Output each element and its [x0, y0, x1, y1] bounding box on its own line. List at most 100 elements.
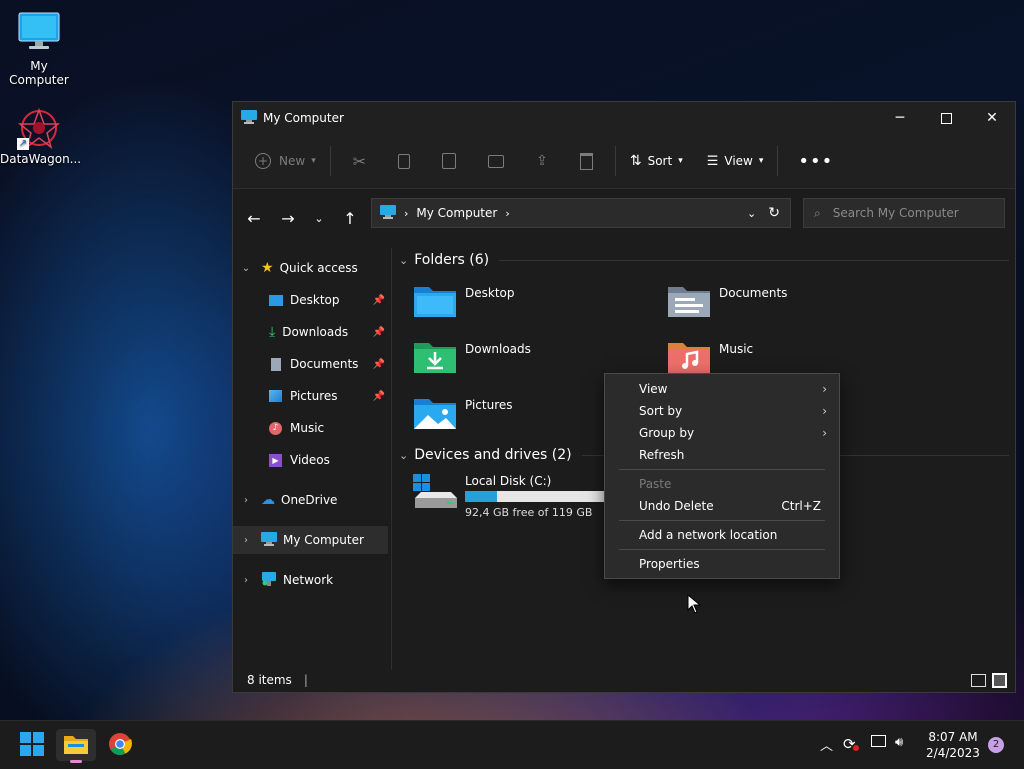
- hard-drive-icon: [413, 474, 457, 515]
- download-icon: ⤓: [269, 324, 276, 340]
- maximize-button[interactable]: [923, 102, 969, 134]
- menu-item-sort-by[interactable]: Sort by ›: [605, 400, 839, 422]
- arrow-left-icon: ←: [247, 208, 261, 228]
- sidebar-item-network[interactable]: › Network: [239, 566, 394, 594]
- chevron-right-icon: ›: [244, 494, 248, 506]
- network-status-icon[interactable]: [871, 735, 886, 751]
- documents-folder-icon: [667, 282, 711, 321]
- chevron-right-icon: ›: [822, 382, 827, 396]
- drive-usage-fill: [465, 491, 497, 502]
- menu-item-view[interactable]: View ›: [605, 378, 839, 400]
- recent-locations-button[interactable]: ⌄: [305, 212, 333, 225]
- sidebar-item-pictures[interactable]: Pictures 📌: [269, 382, 389, 410]
- chevron-down-icon: ⌄: [314, 211, 324, 225]
- sidebar-item-desktop[interactable]: Desktop 📌: [269, 286, 389, 314]
- taskbar-file-explorer[interactable]: [56, 729, 96, 763]
- menu-item-refresh[interactable]: Refresh: [605, 444, 839, 466]
- notification-badge[interactable]: 2: [988, 737, 1004, 753]
- shortcut-arrow-icon: ↗: [17, 138, 29, 150]
- status-bar: 8 items |: [233, 668, 1015, 692]
- show-hidden-icons-button[interactable]: ︿: [820, 735, 833, 754]
- desktop-icon-datawagon[interactable]: ↗ DataWagon...: [0, 106, 81, 166]
- clock-date: 2/4/2023: [926, 746, 980, 760]
- more-options-button[interactable]: •••: [784, 144, 847, 178]
- star-icon: ★: [261, 260, 274, 276]
- paste-button[interactable]: [426, 144, 472, 178]
- datawagon-shortcut-icon: ↗: [17, 106, 61, 150]
- folder-documents[interactable]: Documents: [667, 282, 887, 326]
- chevron-right-icon: ›: [822, 426, 827, 440]
- monitor-icon: [0, 10, 78, 57]
- music-icon: ♪: [269, 421, 282, 435]
- address-dropdown-button[interactable]: ⌄: [747, 207, 756, 220]
- volume-icon[interactable]: 🔊︎: [895, 735, 903, 750]
- cloud-icon: ☁: [261, 492, 275, 508]
- chrome-icon: [108, 732, 132, 759]
- title-bar[interactable]: My Computer ─ ✕: [233, 102, 1015, 134]
- sidebar-item-onedrive[interactable]: › ☁ OneDrive: [239, 486, 394, 514]
- sidebar-item-music[interactable]: ♪ Music: [269, 414, 389, 442]
- rename-icon: [488, 154, 505, 168]
- sync-status-icon[interactable]: ⟳: [843, 735, 859, 753]
- close-button[interactable]: ✕: [969, 102, 1015, 134]
- folder-pictures[interactable]: Pictures: [413, 394, 633, 438]
- drive-name: Local Disk (C:): [465, 474, 552, 488]
- back-button[interactable]: ←: [237, 209, 271, 228]
- view-button[interactable]: ☰ View ▾: [699, 144, 772, 178]
- breadcrumb-my-computer[interactable]: My Computer: [416, 206, 497, 220]
- search-box[interactable]: ⌕ Search My Computer: [803, 198, 1005, 228]
- windows-logo-icon: [20, 731, 44, 759]
- clock-time: 8:07 AM: [928, 730, 978, 744]
- new-button[interactable]: + New ▾: [247, 144, 324, 178]
- navigation-pane: ⌄ ★ Quick access Desktop 📌 ⤓ Downloads 📌…: [233, 248, 392, 670]
- pin-icon: 📌: [372, 390, 385, 402]
- taskbar-chrome[interactable]: [100, 729, 140, 761]
- up-button[interactable]: ↑: [333, 209, 367, 228]
- desktop-icon-label: My Computer: [9, 59, 69, 87]
- sidebar-item-downloads[interactable]: ⤓ Downloads 📌: [269, 318, 389, 346]
- folder-downloads[interactable]: Downloads: [413, 338, 633, 382]
- sort-arrows-icon: ⇅: [629, 153, 642, 169]
- menu-item-add-network-location[interactable]: Add a network location: [605, 524, 839, 546]
- document-icon: [271, 357, 281, 371]
- menu-item-undo-delete[interactable]: Undo Delete Ctrl+Z: [605, 495, 839, 517]
- details-view-button[interactable]: [971, 673, 986, 687]
- delete-button[interactable]: [564, 144, 609, 178]
- sidebar-item-videos[interactable]: ▶ Videos: [269, 446, 389, 474]
- desktop-folder-icon: [413, 282, 457, 321]
- forward-button[interactable]: →: [271, 209, 305, 228]
- pin-icon: 📌: [372, 294, 385, 306]
- search-input[interactable]: Search My Computer: [833, 206, 959, 220]
- context-menu: View › Sort by › Group by › Refresh Paste U…: [604, 373, 840, 579]
- downloads-folder-icon: [413, 338, 457, 377]
- menu-item-properties[interactable]: Properties: [605, 553, 839, 575]
- sidebar-item-documents[interactable]: Documents 📌: [269, 350, 389, 378]
- minimize-button[interactable]: ─: [877, 102, 923, 134]
- folder-desktop[interactable]: Desktop: [413, 282, 633, 326]
- chevron-down-icon: ▾: [758, 156, 764, 166]
- menu-item-group-by[interactable]: Group by ›: [605, 422, 839, 444]
- address-bar[interactable]: › My Computer › ⌄ ↻: [371, 198, 791, 228]
- large-icons-view-button[interactable]: [992, 672, 1007, 688]
- refresh-button[interactable]: ↻: [768, 205, 780, 221]
- start-button[interactable]: [12, 729, 52, 761]
- chevron-down-icon: ⌄: [399, 253, 409, 267]
- sidebar-item-my-computer[interactable]: › My Computer: [233, 526, 388, 554]
- sort-button[interactable]: ⇅ Sort ▾: [622, 144, 691, 178]
- folders-group-header[interactable]: ⌄ Folders (6): [399, 252, 1009, 268]
- rename-button[interactable]: [472, 144, 520, 178]
- drive-free-space: 92,4 GB free of 119 GB: [465, 506, 593, 519]
- sidebar-item-quick-access[interactable]: ⌄ ★ Quick access: [239, 254, 394, 282]
- view-list-icon: ☰: [706, 153, 719, 169]
- chevron-right-icon: ›: [822, 404, 827, 418]
- copy-button[interactable]: [382, 144, 426, 178]
- share-button[interactable]: ⇪: [520, 144, 564, 178]
- clock[interactable]: 8:07 AM 2/4/2023: [920, 729, 986, 761]
- arrow-right-icon: →: [281, 208, 295, 228]
- pin-icon: 📌: [372, 358, 385, 370]
- desktop-icon-my-computer[interactable]: My Computer: [0, 10, 78, 87]
- chevron-right-icon: ›: [505, 206, 510, 220]
- video-icon: ▶: [269, 453, 282, 467]
- plus-circle-icon: +: [255, 153, 271, 169]
- cut-button[interactable]: ✂: [337, 144, 382, 178]
